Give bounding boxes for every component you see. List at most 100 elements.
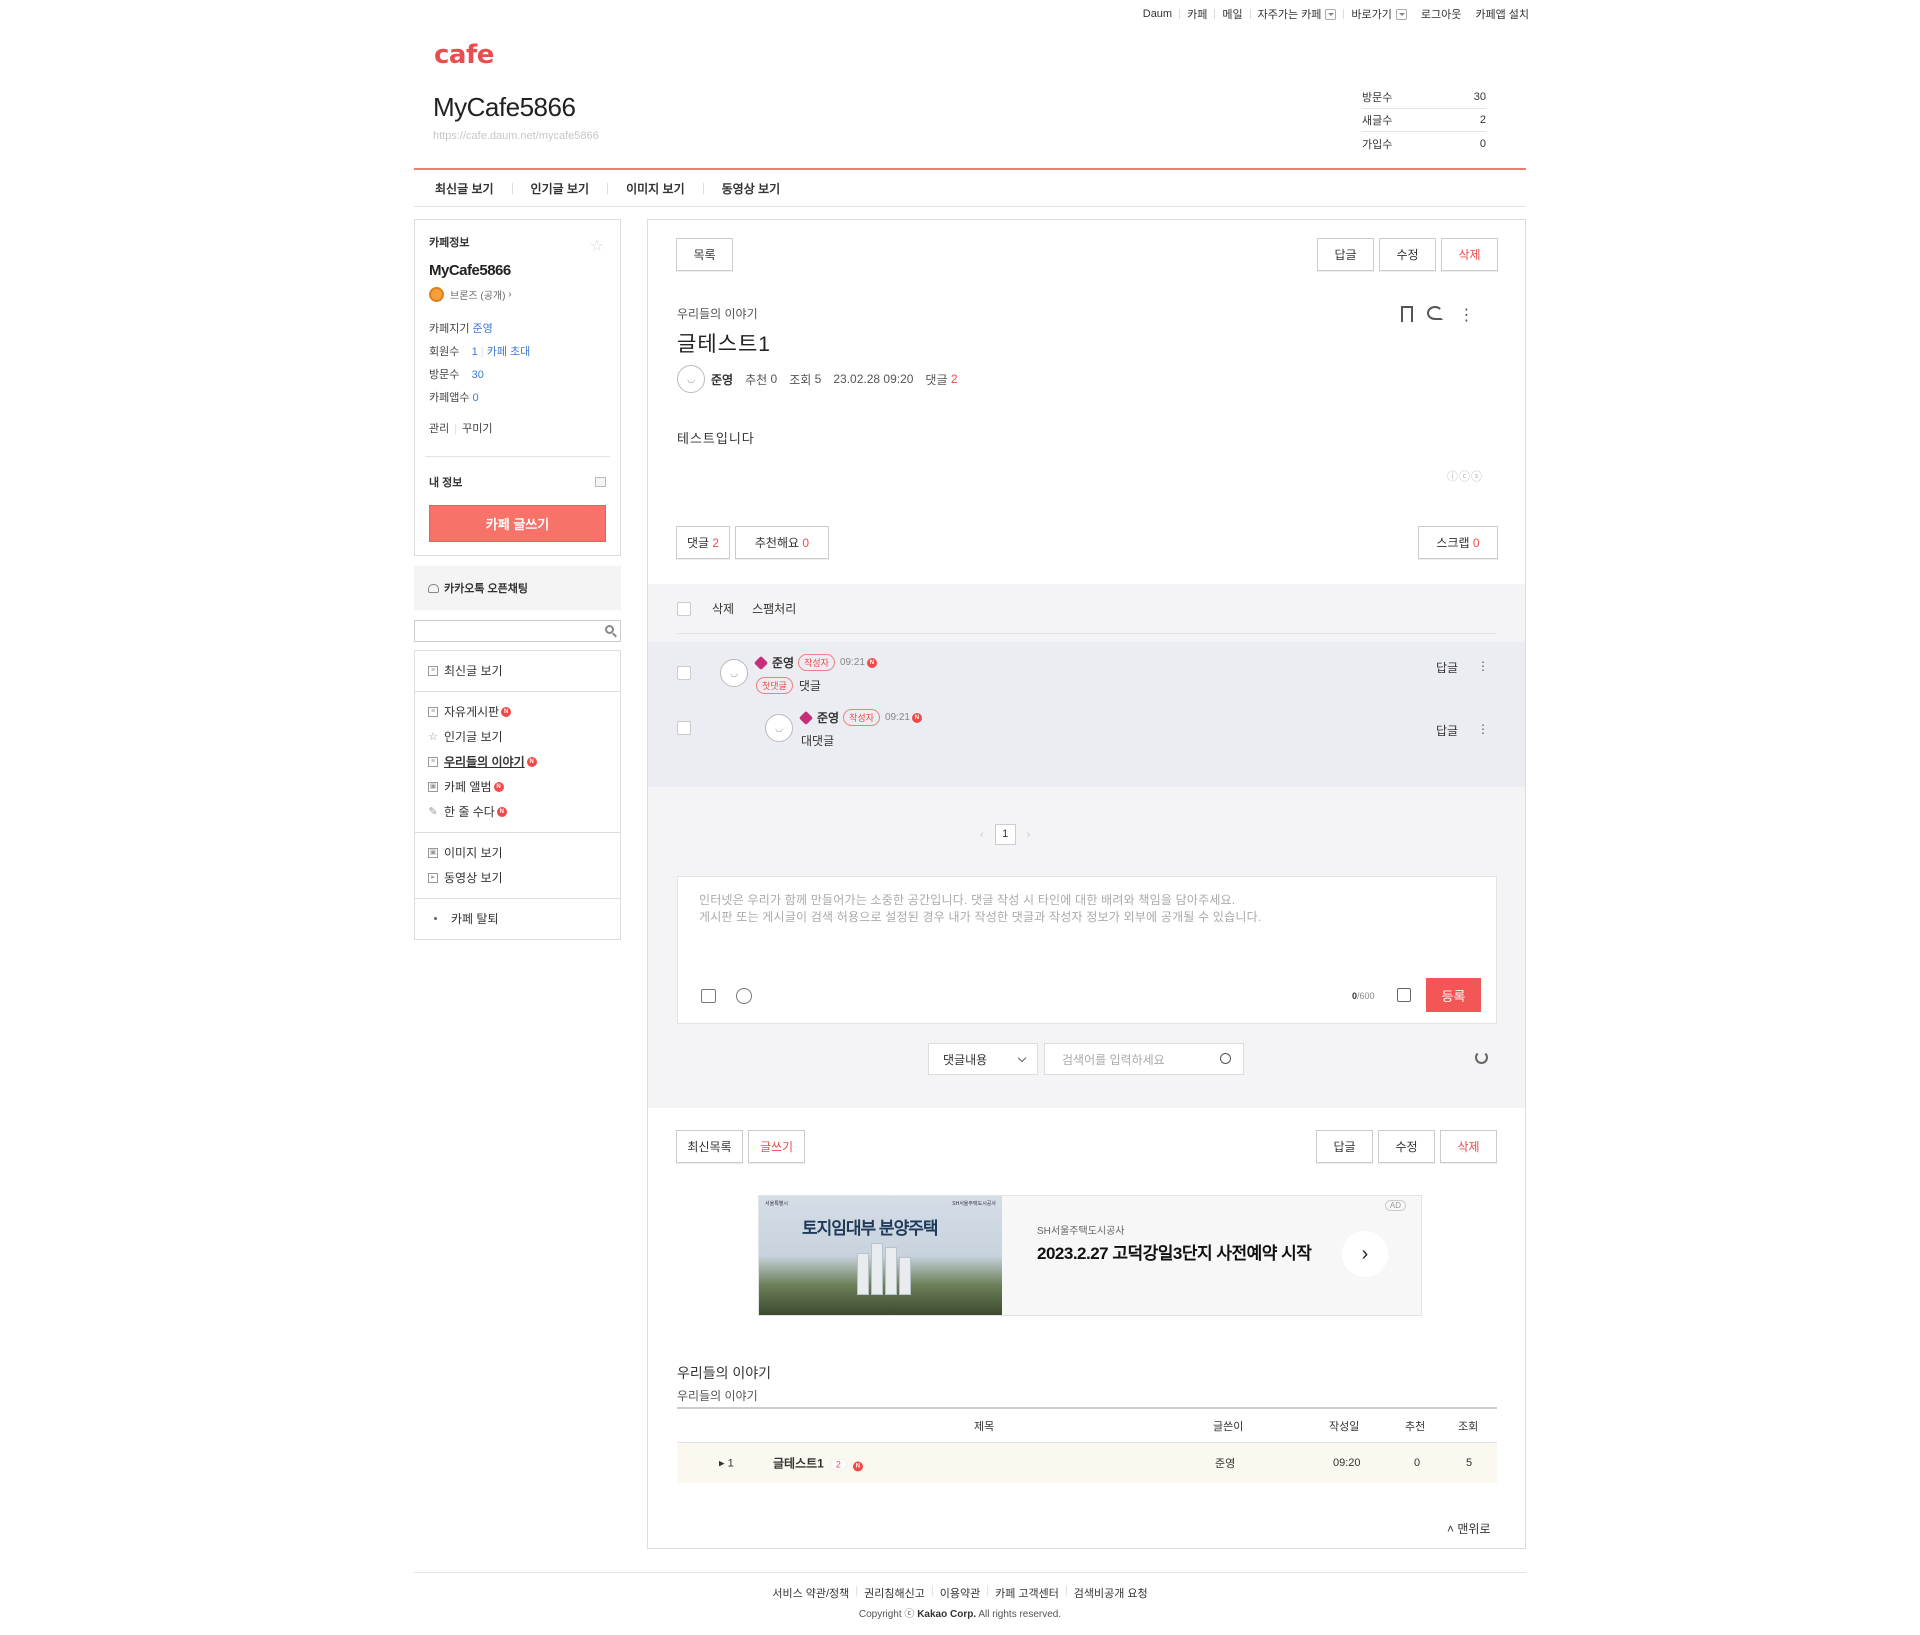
footer-link[interactable]: 서비스 약관/정책 (772, 1585, 849, 1601)
visits-count[interactable]: 30 (472, 369, 484, 381)
refresh-icon[interactable] (1475, 1051, 1488, 1064)
more-icon[interactable]: ⋮ (1477, 722, 1489, 736)
reply-button[interactable]: 답글 (1317, 238, 1374, 271)
kakao-open-chat[interactable]: 카카오톡 오픈채팅 (414, 566, 621, 610)
write-post-button[interactable]: 카페 글쓰기 (429, 505, 606, 542)
footer-link[interactable]: 검색비공개 요청 (1074, 1585, 1148, 1601)
decorate-link[interactable]: 꾸미기 (462, 423, 492, 435)
comment-search-select[interactable]: 댓글내용 (928, 1043, 1038, 1075)
menu-item-album[interactable]: ▣ 카페 앨범 N (428, 774, 620, 799)
star-icon[interactable]: ☆ (590, 236, 604, 256)
sidebar-cafe-name[interactable]: MyCafe5866 (429, 262, 606, 279)
comment-checkbox[interactable] (677, 721, 691, 735)
members-label: 회원수 (429, 346, 460, 358)
menu-item-our-story[interactable]: ≡ 우리들의 이야기 N (428, 749, 620, 774)
manager-label: 카페지기 (429, 323, 470, 335)
like-button[interactable]: 추천해요 0 (735, 526, 829, 559)
menu-item-recent[interactable]: ≡ 최신글 보기 (428, 658, 620, 683)
delete-button[interactable]: 삭제 (1440, 1130, 1497, 1163)
comment-nick[interactable]: 준영 (817, 709, 839, 726)
sidebar-search-input[interactable] (414, 620, 621, 642)
reply-button[interactable]: 답글 (1316, 1130, 1373, 1163)
delete-button[interactable]: 삭제 (1441, 238, 1498, 271)
logout-link[interactable]: 로그아웃 (1421, 6, 1461, 22)
lock-icon[interactable] (1397, 988, 1411, 1002)
tab-videos[interactable]: 동영상 보기 (722, 180, 781, 197)
search-icon[interactable] (605, 625, 614, 634)
share-icon[interactable] (1427, 306, 1443, 320)
cafe-link[interactable]: 카페 (1187, 6, 1207, 22)
menu-item-free-board[interactable]: ≡ 자유게시판 N (428, 699, 620, 724)
board-list-title[interactable]: 우리들의 이야기 (677, 1363, 771, 1383)
comment-search-input[interactable]: 검색어를 입력하세요 (1044, 1043, 1244, 1075)
install-app-link[interactable]: 카페앱 설치 (1475, 6, 1529, 22)
scrap-button[interactable]: 스크랩 0 (1418, 526, 1498, 559)
copyright-company[interactable]: Kakao Corp. (917, 1609, 976, 1620)
edit-button[interactable]: 수정 (1378, 1130, 1435, 1163)
app-count[interactable]: 0 (473, 392, 479, 404)
post-board-name[interactable]: 우리들의 이야기 (677, 305, 758, 322)
search-icon[interactable] (1220, 1053, 1231, 1064)
manager-link[interactable]: 준영 (473, 323, 493, 335)
chevron-right-icon[interactable]: › (1342, 1231, 1388, 1277)
invite-link[interactable]: 카페 초대 (487, 346, 531, 358)
more-icon[interactable]: ⋮ (1477, 659, 1489, 673)
row-author[interactable]: 준영 (1215, 1455, 1235, 1471)
cafe-logo[interactable]: cafe (434, 40, 494, 70)
comment-editor[interactable]: 인터넷은 우리가 함께 만들어가는 소중한 공간입니다. 댓글 작성 시 타인에… (677, 876, 1497, 1024)
cafe-grade[interactable]: 브론즈 (공개) › (429, 287, 606, 302)
menu-item-popular[interactable]: ☆ 인기글 보기 (428, 724, 620, 749)
favorite-cafe-menu[interactable]: 자주가는 카페 (1258, 6, 1337, 22)
menu-item-images[interactable]: ▣ 이미지 보기 (428, 840, 620, 865)
list-button[interactable]: 목록 (676, 238, 733, 271)
comment-reply-link[interactable]: 답글 (1436, 722, 1458, 739)
select-all-checkbox[interactable] (677, 601, 691, 616)
admin-link[interactable]: 관리 (429, 423, 449, 435)
image-upload-icon[interactable] (701, 989, 716, 1003)
shortcut-menu[interactable]: 바로가기 (1351, 6, 1407, 22)
recent-list-button[interactable]: 최신목록 (676, 1130, 743, 1163)
next-page-icon[interactable]: › (1027, 829, 1031, 841)
comments-count[interactable]: 2 (951, 372, 958, 386)
leave-cafe-link[interactable]: 카페 탈퇴 (428, 906, 620, 931)
ccl-icon[interactable]: ⓘⓒⓢ (1447, 468, 1483, 484)
avatar[interactable]: ◡ (765, 714, 793, 742)
comment-toggle-button[interactable]: 댓글 2 (676, 526, 730, 559)
row-title[interactable]: 글테스트1 (773, 1457, 824, 1471)
footer-link[interactable]: 권리침해신고 (864, 1585, 925, 1601)
app-line: 카페앱수 0 (429, 389, 606, 405)
table-row[interactable]: ▸ 1 글테스트1 2 N 준영 09:20 0 5 (677, 1443, 1497, 1483)
comment-checkbox[interactable] (677, 666, 691, 680)
menu-item-one-line[interactable]: ✎ 한 줄 수다 N (428, 799, 620, 824)
tab-recent[interactable]: 최신글 보기 (435, 180, 494, 197)
mail-link[interactable]: 메일 (1222, 6, 1242, 22)
cafe-url[interactable]: https://cafe.daum.net/mycafe5866 (433, 130, 599, 142)
tab-images[interactable]: 이미지 보기 (626, 180, 685, 197)
footer-link[interactable]: 카페 고객센터 (995, 1585, 1059, 1601)
write-button[interactable]: 글쓰기 (748, 1130, 805, 1163)
comment-nick[interactable]: 준영 (772, 654, 794, 671)
more-icon[interactable]: ⋮ (1457, 306, 1476, 325)
back-to-top-link[interactable]: ˄ 맨위로 (1447, 1520, 1490, 1537)
comment-submit-button[interactable]: 등록 (1426, 978, 1481, 1012)
avatar[interactable]: ◡ (677, 365, 705, 393)
my-info-toggle[interactable]: 내 정보 (429, 474, 606, 490)
author-name[interactable]: 준영 (711, 371, 733, 388)
delete-comments-link[interactable]: 삭제 (712, 600, 734, 617)
emoticon-icon[interactable] (736, 988, 752, 1004)
comment-reply-link[interactable]: 답글 (1436, 659, 1458, 676)
menu-item-videos[interactable]: ▸ 동영상 보기 (428, 865, 620, 890)
cafe-title[interactable]: MyCafe5866 (433, 92, 576, 123)
page-number[interactable]: 1 (994, 824, 1016, 845)
members-count[interactable]: 1 (472, 346, 478, 358)
avatar[interactable]: ◡ (720, 659, 748, 687)
bookmark-icon[interactable] (1401, 306, 1413, 322)
ad-banner[interactable]: 서울특별시 SH서울주택도시공사 토지임대부 분양주택 AD SH서울주택도시공… (758, 1195, 1422, 1316)
footer-link[interactable]: 이용약관 (940, 1585, 980, 1601)
edit-button[interactable]: 수정 (1379, 238, 1436, 271)
row-comment-count[interactable]: 2 (829, 1458, 847, 1471)
tab-popular[interactable]: 인기글 보기 (531, 180, 590, 197)
prev-page-icon[interactable]: ‹ (980, 829, 984, 841)
spam-link[interactable]: 스팸처리 (752, 600, 796, 617)
daum-link[interactable]: Daum (1143, 8, 1172, 20)
